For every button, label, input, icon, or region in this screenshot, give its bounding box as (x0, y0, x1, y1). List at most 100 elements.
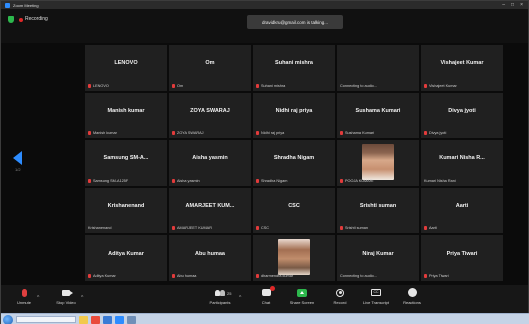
muted-microphone-icon (256, 178, 259, 183)
participant-tile[interactable]: Om Om (169, 45, 251, 91)
participant-tile[interactable]: Nidhi raj priya Nidhi raj priya (253, 92, 335, 139)
participant-name-label: Kumari Nisha Rani (424, 179, 456, 183)
stop-video-label: Stop Video (56, 300, 76, 305)
participant-tile[interactable]: Abu humaa Abu humaa (169, 235, 251, 281)
muted-microphone-icon (88, 83, 91, 88)
participant-tile[interactable]: Niraj Kumar Connecting to audio... (337, 235, 419, 281)
participant-tile[interactable]: POOJA KUMARI (337, 140, 419, 186)
browser-icon[interactable] (91, 315, 100, 324)
participant-name-label: POOJA KUMARI (340, 178, 373, 183)
participant-display-name: Abu humaa (195, 250, 225, 257)
participants-button[interactable]: 25 Participants (203, 288, 237, 312)
participant-display-name: LENOVO (114, 60, 138, 67)
participant-tile[interactable]: Samsung SM-A... Samsung SM-A125F (85, 140, 167, 186)
file-explorer-icon[interactable] (79, 315, 88, 324)
participant-name-label: Manish kumar (88, 131, 117, 136)
live-transcript-button[interactable]: CC Live Transcript (359, 288, 393, 312)
participant-name-label: CSC (256, 226, 269, 231)
muted-microphone-icon (172, 226, 175, 231)
muted-microphone-icon (424, 226, 427, 231)
participant-tile[interactable]: Suhani mishra Suhani mishra (253, 45, 335, 91)
participant-tile[interactable]: Srishti suman Srishti suman (337, 187, 419, 234)
participant-tile[interactable]: Aarti Aarti (421, 187, 503, 234)
participant-tile[interactable]: Krishanenand Krishanenand (85, 187, 167, 234)
maximize-icon[interactable]: □ (511, 1, 514, 9)
participant-name-label: Vishajeet Kumar (424, 83, 457, 88)
participant-label-text: Vishajeet Kumar (429, 83, 457, 88)
participant-label-text: Abu humaa (177, 273, 197, 278)
muted-microphone-icon (340, 131, 343, 136)
participant-display-name: Kumari Nisha R... (439, 155, 485, 162)
participant-display-name: Srishti suman (359, 203, 397, 210)
participant-name-label: Suhani mishra (256, 83, 285, 88)
participant-tile[interactable]: CSC CSC (253, 187, 335, 234)
security-shield-icon[interactable] (8, 16, 14, 23)
active-speaker-banner: dravidkru@gmail.com is talking... (247, 15, 343, 29)
closed-caption-icon: CC (371, 289, 381, 296)
participant-name-label: AMARJEET KUMAR (172, 226, 212, 231)
participant-display-name: Samsung SM-A... (103, 155, 149, 162)
participant-tile[interactable]: Connecting to audio... (337, 45, 419, 91)
record-button[interactable]: Record (323, 288, 357, 312)
participant-display-name: Aarti (455, 203, 469, 210)
muted-microphone-icon (172, 273, 175, 278)
participant-tile[interactable]: Priya Tiwari Priya Tiwari (421, 235, 503, 281)
participant-label-text: LENOVO (93, 83, 109, 88)
chat-button[interactable]: Chat (249, 286, 283, 312)
participant-tile[interactable]: Aditya Kumar Aditya Kumar (85, 235, 167, 281)
stop-video-button[interactable]: Stop Video (49, 288, 83, 312)
participant-display-name: Aisha yasmin (192, 155, 228, 162)
participant-name-label: Aarti (424, 226, 437, 231)
participant-tile[interactable]: Manish kumar Manish kumar (85, 92, 167, 139)
participant-name-label: Om (172, 83, 183, 88)
record-label: Record (333, 300, 347, 305)
title-bar: Zoom Meeting – □ × (1, 1, 528, 9)
participant-label-text: Shradha Nigam (261, 178, 288, 183)
participant-tile[interactable]: LENOVO LENOVO (85, 45, 167, 91)
participants-options-chevron-icon[interactable]: ^ (239, 295, 241, 301)
participant-label-text: Krishanenand (88, 226, 112, 231)
store-icon[interactable] (127, 315, 136, 324)
top-bar: Recording dravidkru@gmail.com is talking… (1, 9, 528, 43)
participant-display-name: Shradha Nigam (273, 155, 315, 162)
participant-tile[interactable]: ZOYA SWARAJ ZOYA SWARAJ (169, 92, 251, 139)
reactions-button[interactable]: Reactions (395, 288, 429, 312)
participant-tile[interactable]: AMARJEET KUM... AMARJEET KUMAR (169, 187, 251, 234)
muted-microphone-icon (88, 131, 91, 136)
participant-tile[interactable]: Aisha yasmin Aisha yasmin (169, 140, 251, 186)
participant-tile[interactable]: Kumari Nisha R... Kumari Nisha Rani (421, 140, 503, 186)
participant-display-name: Divya jyoti (448, 107, 476, 114)
recording-label: Recording (25, 16, 48, 22)
close-icon[interactable]: × (520, 1, 523, 9)
participant-display-name: Krishanenand (107, 203, 145, 210)
share-screen-icon (297, 288, 307, 297)
share-screen-button[interactable]: Share Screen (285, 288, 319, 312)
participant-tile[interactable]: Sushama Kumari Sushama Kumari (337, 92, 419, 139)
edge-icon[interactable] (103, 315, 112, 324)
participant-name-label: Sushama Kumari (340, 131, 374, 136)
participant-tile[interactable]: Shradha Nigam Shradha Nigam (253, 140, 335, 186)
taskbar-search-box[interactable] (16, 316, 76, 323)
audio-options-chevron-icon[interactable]: ^ (37, 295, 39, 301)
zoom-taskbar-icon[interactable] (115, 315, 124, 324)
video-options-chevron-icon[interactable]: ^ (81, 295, 83, 301)
microphone-muted-icon (21, 288, 27, 297)
muted-microphone-icon (88, 273, 91, 278)
participant-tile[interactable]: Vishajeet Kumar Vishajeet Kumar (421, 45, 503, 91)
zoom-app-icon (5, 2, 10, 8)
participant-display-name: Aditya Kumar (108, 250, 144, 257)
participant-tile[interactable]: Divya jyoti Divya jyoti (421, 92, 503, 139)
participants-icon (215, 289, 225, 296)
minimize-icon[interactable]: – (502, 1, 505, 9)
muted-microphone-icon (340, 226, 343, 231)
participant-tile[interactable]: dharmendra kumar (253, 235, 335, 281)
start-button-icon[interactable] (3, 314, 13, 324)
participant-display-name: Nidhi raj priya (275, 107, 313, 114)
participant-label-text: Aisha yasmin (177, 178, 200, 183)
participant-display-name: Suhani mishra (275, 60, 313, 67)
unmute-button[interactable]: Unmute (7, 288, 41, 312)
participant-name-label: ZOYA SWARAJ (172, 131, 204, 136)
previous-page-arrow-icon[interactable] (13, 151, 22, 165)
participant-name-label: dharmendra kumar (256, 273, 293, 278)
participant-display-name: Om (205, 60, 215, 67)
